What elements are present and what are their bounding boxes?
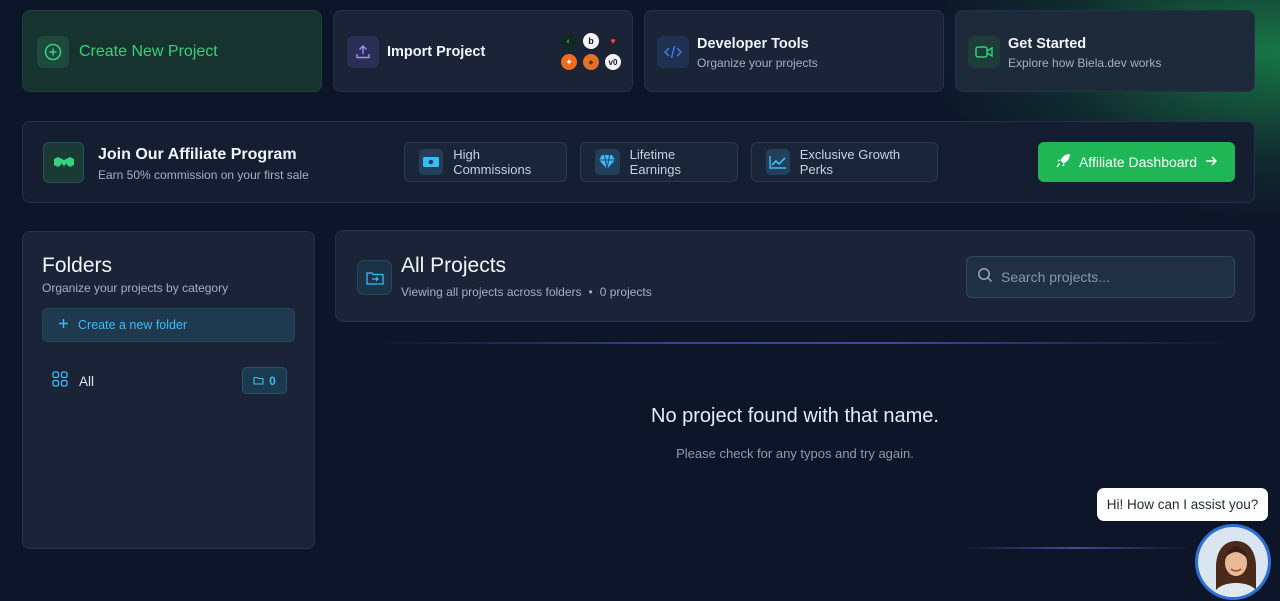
get-started-subtitle: Explore how Biela.dev works [1008,56,1162,70]
import-source-logos: ◐ b ♥ ✦ ● v0 [559,31,623,75]
affiliate-title: Join Our Affiliate Program [98,146,297,163]
folder-item-all[interactable]: All 0 [52,366,287,396]
affiliate-subtitle: Earn 50% commission on your first sale [98,168,309,182]
grid-icon [52,370,68,392]
projects-title: All Projects [401,254,507,277]
create-folder-label: Create a new folder [78,318,188,332]
projects-scope-text: Viewing all projects across folders [401,285,582,299]
affiliate-banner: Join Our Affiliate Program Earn 50% comm… [22,121,1255,203]
bolt-logo-icon: b [583,33,599,49]
projects-subtitle: Viewing all projects across folders • 0 pr… [401,285,652,299]
diamond-icon [595,149,620,175]
get-started-title: Get Started [1008,36,1087,52]
folders-panel: Folders Organize your projects by catego… [22,231,315,549]
folder-label: All [79,373,95,389]
create-project-label: Create New Project [79,43,218,60]
folder-open-icon [357,260,392,295]
create-new-project-card[interactable]: Create New Project [22,10,322,92]
affiliate-dashboard-label: Affiliate Dashboard [1078,154,1198,170]
developer-tools-subtitle: Organize your projects [697,56,818,70]
perk-high-commissions: High Commissions [404,142,567,182]
get-started-card[interactable]: Get Started Explore how Biela.dev works [955,10,1255,92]
separator-dot: • [588,285,593,299]
chart-up-icon [766,149,790,175]
plus-circle-icon [37,36,69,68]
empty-state-subtitle: Please check for any typos and try again… [676,446,914,461]
lovable-logo-icon: ♥ [605,33,621,49]
money-icon [419,149,444,175]
handshake-icon [43,142,84,183]
divider-line [375,342,1235,344]
import-project-card[interactable]: Import Project ◐ b ♥ ✦ ● v0 [333,10,633,92]
arrow-right-icon [1205,154,1218,170]
search-box[interactable] [966,256,1235,298]
search-input[interactable] [1001,269,1221,285]
plus-icon [58,318,69,332]
divider-line [960,547,1190,549]
perk-label: Exclusive Growth Perks [799,147,901,177]
upload-icon [347,36,379,68]
chat-greeting-bubble[interactable]: Hi! How can I assist you? [1097,488,1268,521]
code-icon [657,36,689,68]
developer-tools-card[interactable]: Developer Tools Organize your projects [644,10,944,92]
perk-lifetime-earnings: Lifetime Earnings [580,142,738,182]
v0-logo-icon: v0 [605,54,621,70]
folder-count-badge: 0 [242,367,287,394]
github-logo-icon: ◐ [561,33,577,49]
video-icon [968,36,1000,68]
assistant-avatar[interactable] [1195,524,1271,600]
affiliate-dashboard-button[interactable]: Affiliate Dashboard [1038,142,1235,182]
folders-title: Folders [42,254,113,277]
perk-exclusive-growth: Exclusive Growth Perks [751,142,938,182]
replit-logo-icon: ✦ [561,54,577,70]
empty-state-title: No project found with that name. [651,405,939,427]
projects-header: All Projects Viewing all projects across… [335,230,1255,322]
projects-count: 0 projects [599,285,652,299]
perk-label: High Commissions [453,147,532,177]
create-folder-button[interactable]: Create a new folder [42,308,295,342]
folder-count: 0 [269,373,276,388]
perk-label: Lifetime Earnings [629,147,681,177]
basketball-logo-icon: ● [583,54,599,70]
folders-subtitle: Organize your projects by category [42,281,229,295]
search-icon [977,267,993,288]
rocket-icon [1056,153,1071,171]
developer-tools-title: Developer Tools [697,36,809,52]
assistant-portrait-icon [1198,527,1268,597]
import-project-label: Import Project [387,44,486,60]
folder-icon [253,374,264,388]
